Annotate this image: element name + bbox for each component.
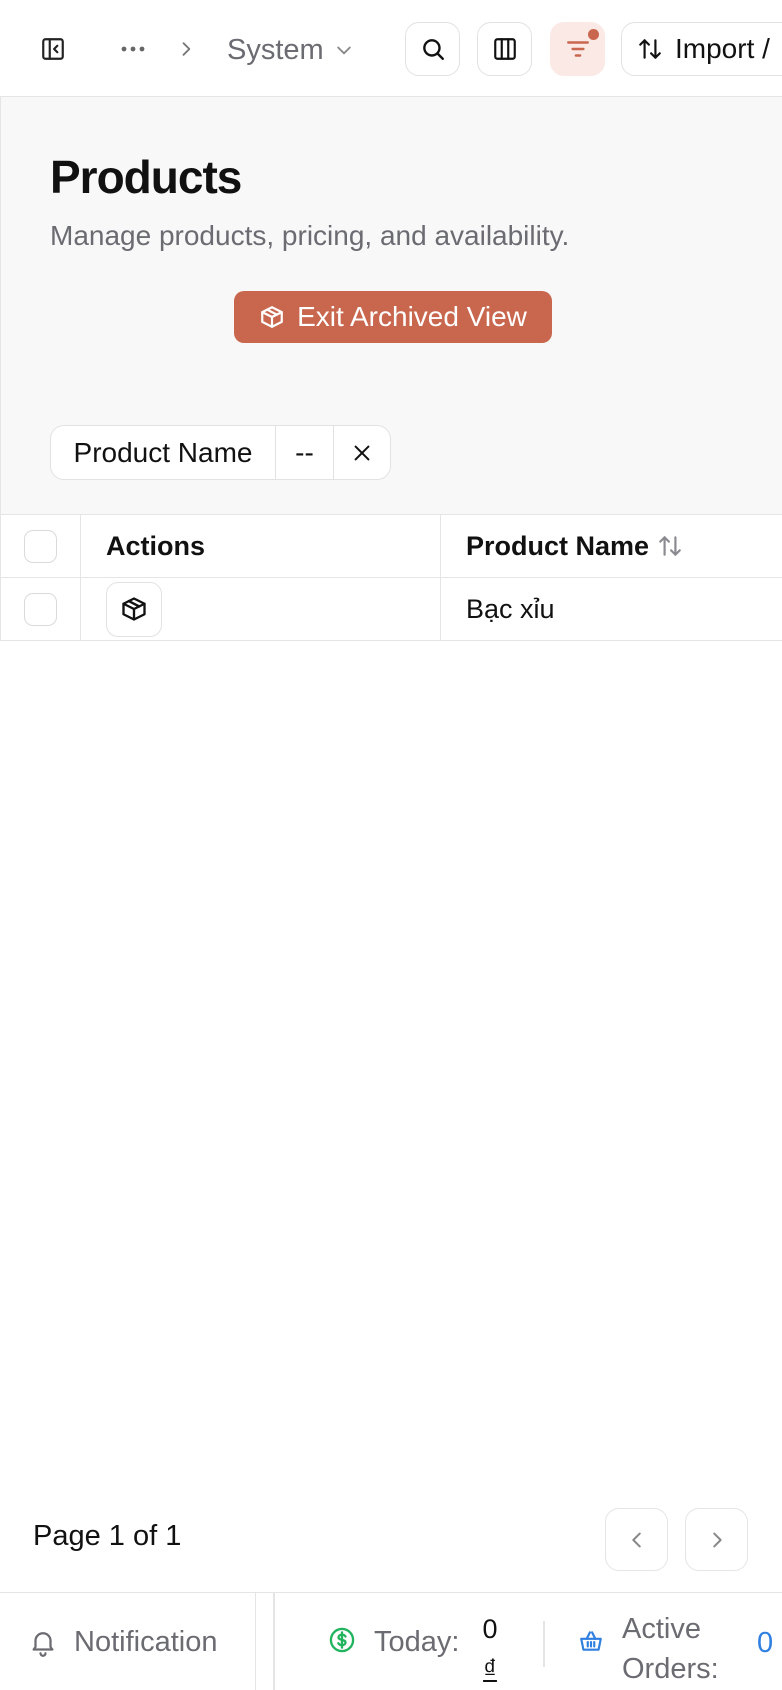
filter-operator[interactable]: -- [276,426,334,479]
import-label: Import / [675,33,770,64]
dollar-circle-icon [329,1627,355,1653]
breadcrumb-more-button[interactable] [105,25,161,73]
select-all-checkbox[interactable] [24,529,57,563]
chevron-right-icon [712,1532,722,1547]
footer-divider [273,1593,275,1690]
more-icon [121,46,145,52]
row-actions-cell [81,578,441,640]
today-currency: ₫ [483,1654,497,1684]
search-icon [422,39,444,60]
unarchive-button[interactable] [106,581,162,637]
column-header-actions: Actions [81,515,441,577]
active-filter-chip: Product Name -- [50,425,391,480]
breadcrumb-system-label: System [227,33,324,66]
archive-box-icon [122,597,146,621]
column-header-actions-label: Actions [106,530,206,561]
header-checkbox-cell [1,515,81,577]
breadcrumb-separator [158,25,214,73]
active-filter-indicator [588,29,599,40]
product-name: Bạc xỉu [466,593,555,624]
today-label: Today: [374,1626,460,1658]
remove-filter-button[interactable] [334,426,390,479]
sidebar-toggle-icon [42,38,64,60]
table-header-row: Actions Product Name [1,515,782,578]
page-title: Products [50,151,242,203]
bell-icon [32,1632,54,1657]
chevron-down-icon [336,46,351,55]
search-button[interactable] [405,22,460,76]
sort-icon [639,39,661,59]
filter-field[interactable]: Product Name [51,426,276,479]
sidebar-toggle-button[interactable] [25,25,81,73]
notification-label: Notification [74,1625,218,1658]
notification-button[interactable]: Notification [0,1593,256,1690]
basket-icon [580,1631,602,1651]
chevron-left-icon [631,1532,641,1547]
today-revenue: 0 ₫ [478,1609,502,1689]
exit-archived-view-button[interactable]: Exit Archived View [234,291,552,343]
today-amount: 0 [482,1614,498,1644]
archive-box-icon [261,306,283,328]
active-orders-label: Active Orders: [622,1613,719,1685]
page-indicator: Page 1 of 1 [33,1520,182,1552]
row-checkbox-cell [1,578,81,640]
products-table: Actions Product Name Bạc xỉu [0,514,782,641]
sort-icon[interactable] [657,533,683,559]
chevron-right-icon [182,42,191,56]
column-header-product-name[interactable]: Product Name [441,515,782,577]
filter-icon [566,41,589,57]
filter-button[interactable] [550,22,605,76]
status-footer: Notification Today: 0 ₫ Active Orders: 0 [0,1592,782,1690]
previous-page-button[interactable] [605,1508,668,1571]
page-header: Products Manage products, pricing, and a… [0,97,782,514]
close-icon [354,445,370,460]
next-page-button[interactable] [685,1508,748,1571]
columns-button[interactable] [477,22,532,76]
active-orders-count[interactable]: 0 [757,1627,773,1660]
row-select-checkbox[interactable] [24,592,57,626]
columns-icon [493,38,516,60]
import-export-button[interactable]: Import / [621,22,782,76]
table-row: Bạc xỉu [1,578,782,641]
page-subtitle: Manage products, pricing, and availabili… [50,220,570,251]
exit-archived-view-label: Exit Archived View [297,301,527,332]
column-header-product-name-label: Product Name [466,530,650,561]
row-product-name-cell: Bạc xỉu [441,578,782,640]
breadcrumb-system[interactable]: System [227,30,354,70]
top-bar: System Import / [0,0,782,97]
footer-stat-divider [543,1621,545,1667]
